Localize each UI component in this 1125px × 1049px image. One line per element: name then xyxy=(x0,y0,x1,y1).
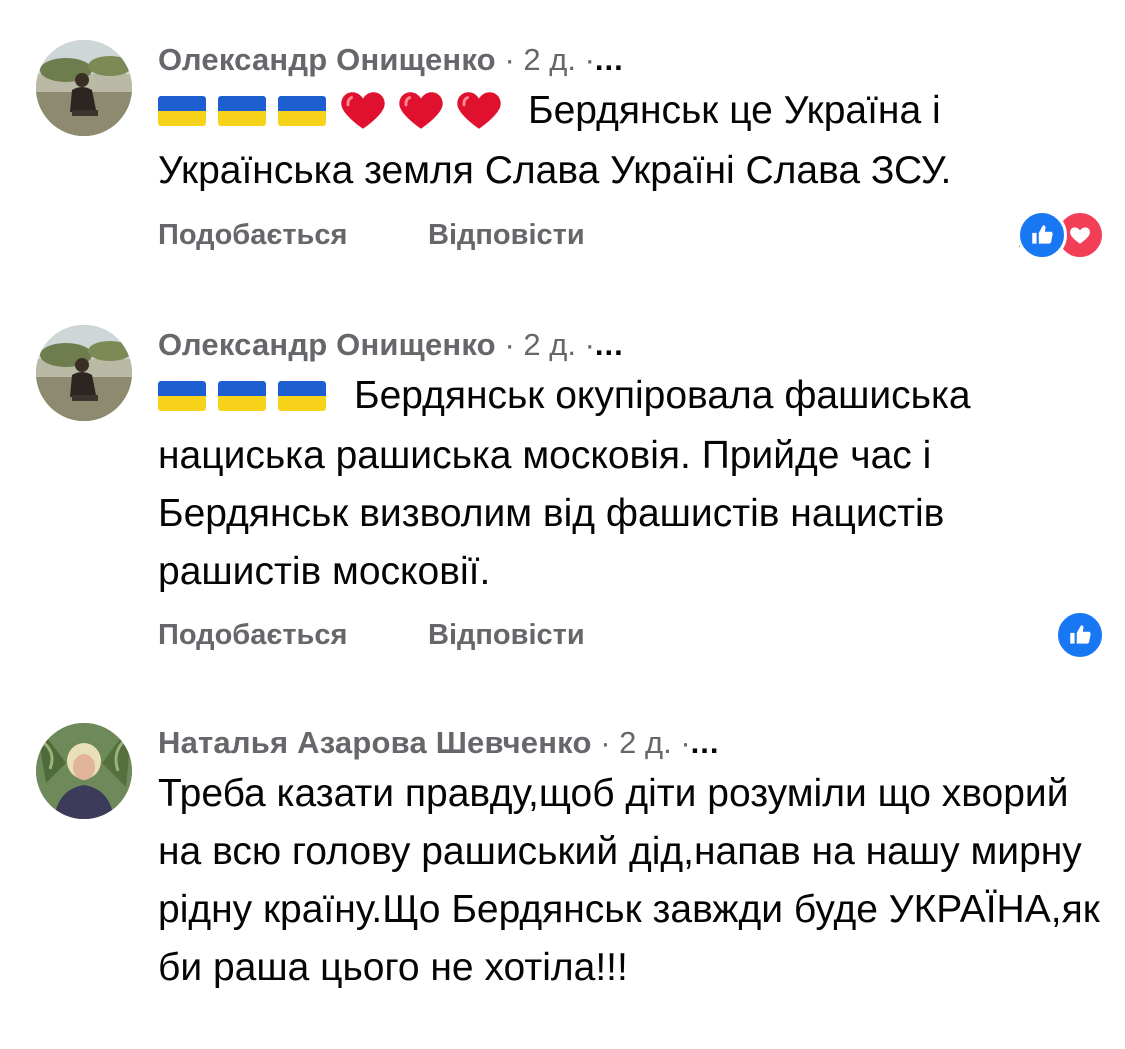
comment-meta: Олександр Онищенко · 2 д. ·... xyxy=(158,38,1105,82)
like-icon xyxy=(1017,210,1067,260)
separator-dot: · xyxy=(600,725,620,760)
like-button[interactable]: Подобається xyxy=(158,610,347,660)
avatar[interactable] xyxy=(36,325,132,421)
comment-text: Бердянськ окупіровала фашиська нациська … xyxy=(158,367,1105,601)
comment-meta: Олександр Онищенко · 2 д. ·... xyxy=(158,323,1105,367)
more-options[interactable]: ... xyxy=(595,42,624,77)
ukraine-flag-icon xyxy=(158,96,206,127)
author-name[interactable]: Наталья Азарова Шевченко xyxy=(158,725,592,760)
separator-dot: · xyxy=(584,42,595,77)
red-heart-icon xyxy=(457,92,501,130)
avatar-photo xyxy=(36,723,132,819)
comment-text: Треба казати правду,щоб діти розуміли що… xyxy=(158,765,1105,997)
author-name[interactable]: Олександр Онищенко xyxy=(158,327,496,362)
ukraine-flag-icon xyxy=(218,381,266,412)
emoji-group xyxy=(158,84,512,142)
ukraine-flag-icon xyxy=(158,381,206,412)
author-name[interactable]: Олександр Онищенко xyxy=(158,42,496,77)
reactions-summary[interactable]: 39 xyxy=(1055,610,1105,660)
separator-dot: · xyxy=(584,327,595,362)
more-options[interactable]: ... xyxy=(595,327,624,362)
more-options[interactable]: ... xyxy=(691,725,720,760)
avatar-photo xyxy=(36,40,132,136)
like-icon xyxy=(1055,610,1105,660)
separator-dot: · xyxy=(504,327,524,362)
avatar-photo xyxy=(36,325,132,421)
ukraine-flag-icon xyxy=(278,381,326,412)
red-heart-icon xyxy=(399,92,443,130)
avatar[interactable] xyxy=(36,723,132,819)
ukraine-flag-icon xyxy=(278,96,326,127)
reply-button[interactable]: Відповісти xyxy=(428,210,585,260)
comment-text-content: Треба казати правду,щоб діти розуміли що… xyxy=(158,772,1100,989)
avatar[interactable] xyxy=(36,40,132,136)
like-button[interactable]: Подобається xyxy=(158,210,347,260)
emoji-group xyxy=(158,369,338,427)
separator-dot: · xyxy=(504,42,524,77)
reactions-summary[interactable]: 29 xyxy=(1017,210,1105,260)
ukraine-flag-icon xyxy=(218,96,266,127)
comment-time[interactable]: 2 д. xyxy=(523,327,576,362)
comment-time[interactable]: 2 д. xyxy=(619,725,672,760)
comment-meta: Наталья Азарова Шевченко · 2 д. ·... xyxy=(158,721,1105,765)
reply-button[interactable]: Відповісти xyxy=(428,610,585,660)
comment-text: Бердянськ це Україна і Українська земля … xyxy=(158,82,1105,200)
red-heart-icon xyxy=(341,92,385,130)
comment-time[interactable]: 2 д. xyxy=(523,42,576,77)
comment-actions: Подобається Відповісти 29 xyxy=(158,210,1105,260)
comment-actions: Подобається Відповісти 39 xyxy=(158,610,1105,660)
separator-dot: · xyxy=(680,725,691,760)
